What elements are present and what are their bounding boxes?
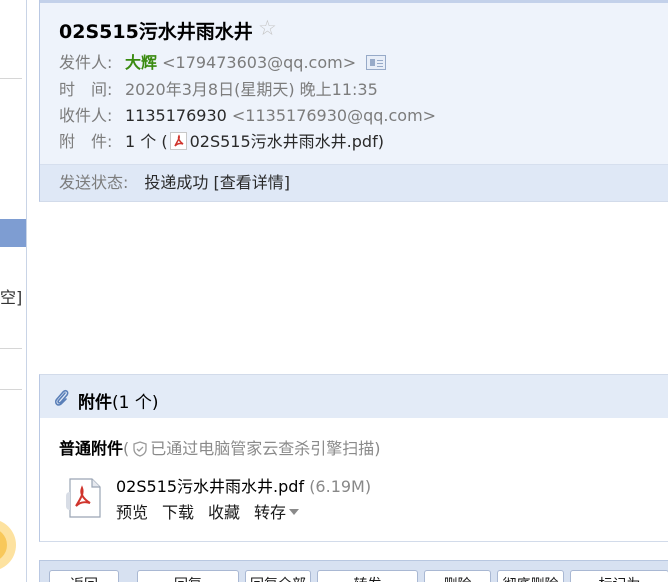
mail-subject: 02S515污水井雨水井 (59, 21, 253, 43)
to-label: 收件人: (59, 106, 113, 125)
divider (0, 389, 22, 390)
normal-attachment-label: 普通附件 (59, 439, 124, 458)
status-value: 投递成功 (144, 173, 209, 192)
selected-folder-highlight[interactable] (0, 219, 26, 247)
time-row: 时 间: 2020年3月8日(星期天) 晚上11:35 (59, 80, 378, 100)
attachment-file-name[interactable]: 02S515污水井雨水井.pdf (116, 477, 304, 496)
delivery-status-bar: 发送状态: 投递成功 [查看详情] (40, 164, 668, 201)
back-button[interactable]: 返回 (49, 570, 119, 582)
attachment-paren-close: ) (377, 132, 384, 151)
attachment-section-title: 附件(1 个) (78, 388, 158, 413)
attachment-title: 附件 (78, 393, 112, 413)
from-row: 发件人: 大辉 <179473603@qq.com> (59, 53, 387, 73)
save-to-dropdown[interactable]: 转存 (254, 503, 300, 522)
pdf-icon (169, 132, 187, 150)
attachment-count: 1 个 ( (125, 132, 168, 151)
sun-decoration-icon (0, 521, 16, 569)
paperclip-icon (54, 389, 69, 406)
shield-icon (133, 441, 147, 457)
header-top-border (40, 0, 668, 3)
delete-button[interactable]: 删除 (424, 570, 491, 582)
attachment-file-row: 02S515污水井雨水井.pdf (6.19M) (116, 473, 371, 497)
chevron-down-icon (289, 509, 300, 515)
scan-note: 已通过电脑管家云查杀引擎扫描) (150, 439, 381, 458)
sender-name[interactable]: 大辉 (125, 53, 157, 72)
reply-all-button[interactable]: 回复全部 (245, 570, 311, 582)
to-row: 收件人: 1135176930 <1135176930@qq.com> (59, 106, 436, 126)
reply-button[interactable]: 回复 (137, 570, 239, 582)
time-value: 2020年3月8日(星期天) 晚上11:35 (125, 80, 378, 99)
normal-attachment-header: 普通附件( 已通过电脑管家云查杀引擎扫描) (59, 435, 381, 459)
attachment-file-size: (6.19M) (309, 477, 372, 496)
attachment-actions: 预览 下载 收藏 转存 (116, 499, 313, 523)
folder-panel-edge: 空] (0, 0, 27, 582)
permanent-delete-button[interactable]: 彻底删除 (497, 570, 564, 582)
save-to-label: 转存 (254, 503, 287, 522)
contact-card-icon[interactable] (366, 55, 387, 70)
status-label: 发送状态: (59, 173, 129, 192)
status-row: 发送状态: 投递成功 [查看详情] (59, 173, 290, 193)
mail-header: 02S515污水井雨水井 ☆ 发件人: 大辉 <179473603@qq.com>… (39, 0, 668, 202)
attachment-label: 附 件: (59, 132, 113, 151)
scan-paren: ( (123, 439, 130, 458)
star-outline-icon[interactable]: ☆ (258, 18, 277, 39)
recipient-name[interactable]: 1135176930 (125, 106, 227, 125)
folder-count-text: 空] (0, 288, 23, 307)
view-details-link[interactable]: [查看详情] (214, 173, 291, 192)
divider (0, 78, 22, 79)
time-label: 时 间: (59, 80, 113, 99)
mark-as-button[interactable]: 标记为 (570, 570, 668, 582)
attachment-list: 普通附件( 已通过电脑管家云查杀引擎扫描) 02S515污水井雨水井.pdf (6… (39, 418, 668, 542)
sender-email[interactable]: <179473603@qq.com> (162, 53, 356, 72)
attachment-link[interactable]: 02S515污水井雨水井.pdf (190, 132, 378, 151)
attachment-section-count: (1 个) (112, 393, 159, 413)
divider (0, 348, 22, 349)
recipient-email[interactable]: <1135176930@qq.com> (232, 106, 436, 125)
from-label: 发件人: (59, 53, 113, 72)
mail-toolbar: 返回 回复 回复全部 转发 删除 彻底删除 标记为 (39, 560, 668, 582)
forward-button[interactable]: 转发 (317, 570, 418, 582)
download-link[interactable]: 下载 (162, 503, 194, 522)
preview-link[interactable]: 预览 (116, 503, 148, 522)
attachment-section-header: 附件(1 个) (39, 374, 668, 418)
attachment-row: 附 件: 1 个 ( 02S515污水井雨水井.pdf) (59, 132, 384, 152)
favorite-link[interactable]: 收藏 (208, 503, 240, 522)
pdf-file-icon[interactable] (64, 476, 104, 520)
